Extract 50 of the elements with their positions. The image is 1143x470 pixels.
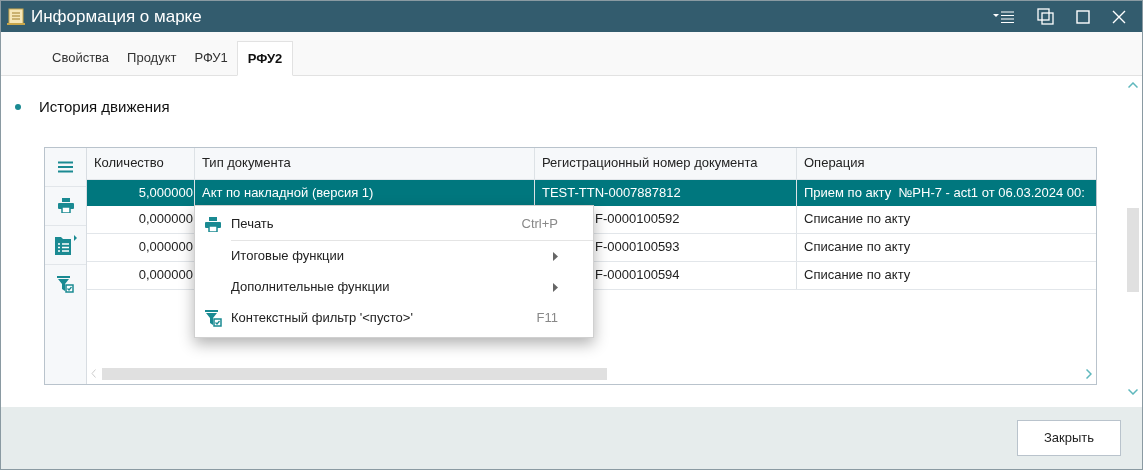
filter-icon	[57, 275, 74, 293]
table-row[interactable]: 5,000000 Акт по накладной (версия 1) TEST-TTN-0007887812 Прием по акту №РН-7 - act1 от 06.03.2024 00:	[87, 179, 1096, 206]
table-cell-text: 0,000000	[138, 238, 193, 257]
close-button[interactable]: Закрыть	[1017, 420, 1121, 456]
table-cell-text: Списание по акту	[804, 266, 911, 285]
table-cell-text: Акт по накладной (версия 1)	[202, 183, 374, 202]
tab[interactable]: Продукт	[118, 40, 186, 75]
table-cell-text: F-0000100593	[595, 238, 680, 257]
section-title: История движения	[39, 97, 170, 117]
submenu-arrow-icon	[553, 282, 558, 292]
tab[interactable]: Свойства	[43, 40, 119, 75]
document-icon	[7, 7, 25, 26]
shortcut-text: Ctrl+P	[521, 215, 558, 234]
printer-icon	[57, 198, 74, 213]
menu-icon[interactable]	[58, 160, 73, 173]
table-cell-text: Прием по акту №РН-7 - act1 от 06.03.2024 00:	[804, 183, 1085, 202]
scroll-up-icon[interactable]	[1128, 82, 1138, 88]
table-cell-text: Списание по акту	[804, 238, 911, 257]
filter-icon	[205, 309, 222, 327]
table-cell-text: F-0000100594	[595, 266, 680, 285]
table-cell-text: 0,000000	[138, 266, 193, 285]
menu-item[interactable]: Печать Ctrl+P	[195, 208, 593, 240]
table-cell-text: 5,000000	[138, 183, 193, 202]
scroll-right-icon[interactable]	[1086, 368, 1092, 379]
menu-item[interactable]: Дополнительные функции	[195, 271, 593, 303]
restore-icon[interactable]	[1037, 8, 1054, 25]
horizontal-scrollbar[interactable]	[102, 367, 607, 380]
column-header[interactable]: Регистрационный номер документа	[535, 147, 797, 179]
column-header[interactable]: Операция	[797, 147, 1096, 179]
column-header[interactable]: Количество	[87, 147, 195, 179]
shortcut-text: F11	[536, 309, 558, 328]
table-cell-text: TEST-TTN-0007887812	[542, 183, 681, 202]
menu-item[interactable]: Итоговые функции	[195, 240, 593, 272]
tab[interactable]: РФУ2	[236, 41, 294, 76]
menu-icon[interactable]	[993, 10, 1015, 23]
scroll-down-icon[interactable]	[1128, 389, 1138, 395]
table-cell-text: Списание по акту	[804, 210, 911, 229]
vertical-scrollbar[interactable]	[1127, 208, 1139, 292]
menu-item[interactable]: Контекстный фильтр '<пусто>' F11	[195, 302, 593, 334]
bullet-icon	[15, 104, 21, 111]
maximize-icon[interactable]	[1076, 9, 1090, 24]
column-header[interactable]: Тип документа	[195, 147, 535, 179]
table-cell-text: 0,000000	[138, 210, 193, 229]
window-title: Информация о марке	[31, 5, 202, 28]
document-list-icon[interactable]	[54, 234, 77, 255]
printer-icon	[205, 216, 221, 232]
submenu-arrow-icon	[553, 251, 558, 261]
table-cell-text: F-0000100592	[595, 210, 680, 229]
tab[interactable]: РФУ1	[185, 40, 237, 75]
close-icon[interactable]	[1112, 9, 1126, 24]
